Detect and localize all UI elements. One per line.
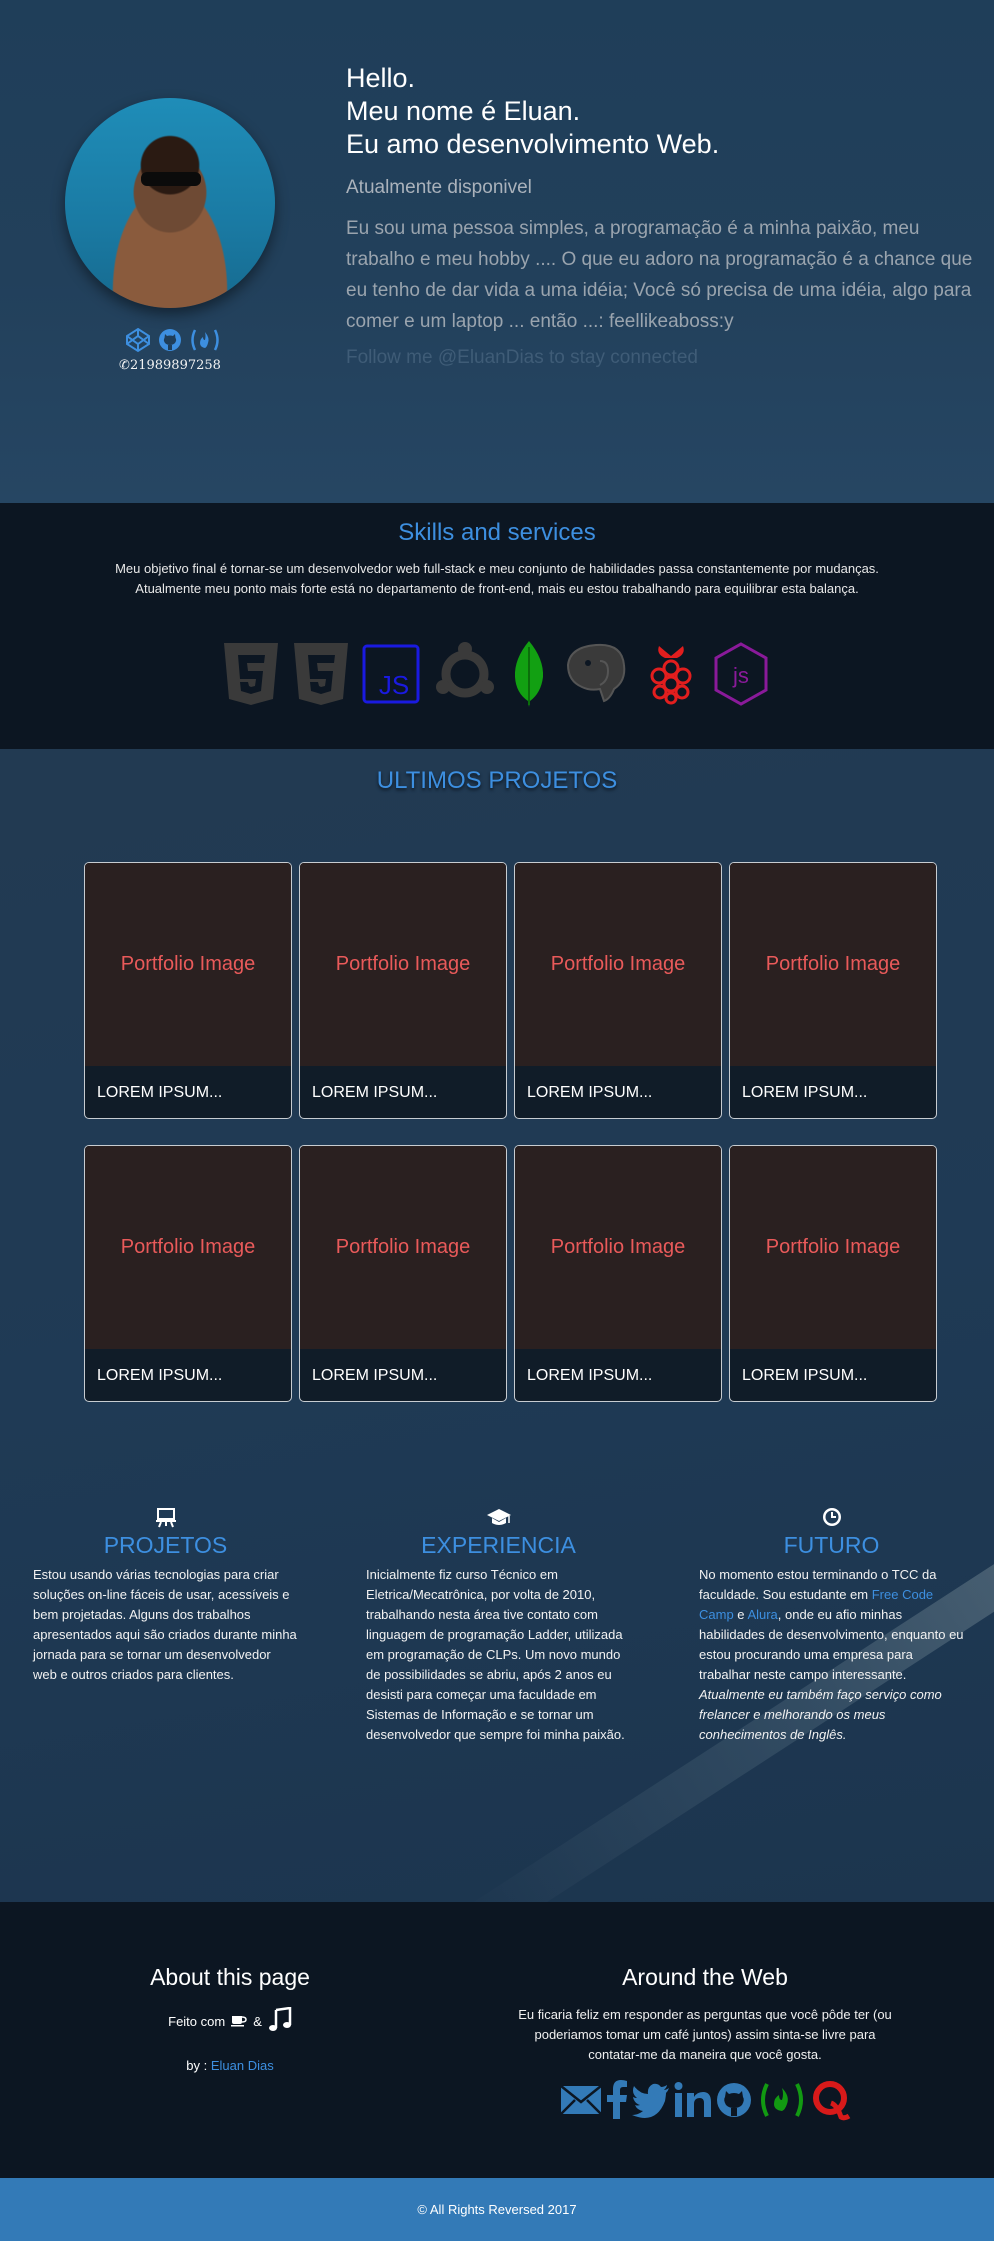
about-page-block: About this page Feito com & by : Eluan D… bbox=[120, 1964, 340, 2073]
author-link[interactable]: Eluan Dias bbox=[211, 2058, 274, 2073]
column-experiencia-title: EXPERIENCIA bbox=[421, 1532, 576, 1558]
portfolio-card[interactable]: Portfolio Image LOREM IPSUM... bbox=[84, 862, 292, 1119]
portfolio-image: Portfolio Image bbox=[300, 863, 506, 1066]
html5-icon bbox=[224, 643, 278, 705]
postgresql-icon bbox=[566, 643, 626, 703]
portfolio-card[interactable]: Portfolio Image LOREM IPSUM... bbox=[729, 1145, 937, 1402]
nodejs-label: js bbox=[732, 663, 749, 688]
github-icon[interactable] bbox=[156, 326, 184, 354]
column-futuro-text: No momento estou terminando o TCC da fac… bbox=[699, 1565, 964, 1745]
facebook-icon[interactable] bbox=[605, 2079, 629, 2121]
made-with: Feito com & bbox=[120, 2006, 340, 2036]
intro-block: Hello. Meu nome é Eluan. Eu amo desenvol… bbox=[346, 62, 976, 369]
author-line: by : Eluan Dias bbox=[120, 2058, 340, 2073]
greeting-line2: Meu nome é Eluan. bbox=[346, 96, 581, 126]
portfolio-card[interactable]: Portfolio Image LOREM IPSUM... bbox=[299, 1145, 507, 1402]
social-links bbox=[515, 2079, 895, 2121]
copyright-bar: © All Rights Reversed 2017 bbox=[0, 2178, 994, 2241]
graduation-cap-icon bbox=[366, 1506, 631, 1532]
futuro-italic-text: Atualmente eu também faço serviço como f… bbox=[699, 1687, 942, 1742]
portfolio-card[interactable]: Portfolio Image LOREM IPSUM... bbox=[299, 862, 507, 1119]
phone-text: 21989897258 bbox=[129, 358, 221, 373]
portfolio-image: Portfolio Image bbox=[730, 863, 936, 1066]
whatsapp-icon: ✆ bbox=[119, 358, 130, 373]
portfolio-card[interactable]: Portfolio Image LOREM IPSUM... bbox=[729, 862, 937, 1119]
column-projetos-title: PROJETOS bbox=[103, 1532, 228, 1558]
freecodecamp-icon[interactable] bbox=[755, 2080, 809, 2120]
around-web-title: Around the Web bbox=[622, 1964, 788, 1990]
javascript-label: JS bbox=[379, 670, 409, 700]
quora-icon[interactable] bbox=[811, 2079, 851, 2121]
css3-icon bbox=[294, 643, 348, 705]
linkedin-icon[interactable] bbox=[673, 2081, 713, 2119]
freecodecamp-icon[interactable] bbox=[188, 326, 219, 354]
column-projetos-text: Estou usando várias tecnologias para cri… bbox=[33, 1567, 297, 1682]
github-icon[interactable] bbox=[715, 2081, 753, 2119]
profile-block: ✆21989897258 bbox=[65, 98, 275, 373]
portfolio-caption: LOREM IPSUM... bbox=[312, 1084, 438, 1101]
portfolio-image: Portfolio Image bbox=[515, 863, 721, 1066]
email-icon[interactable] bbox=[559, 2080, 603, 2120]
column-futuro-title: FUTURO bbox=[783, 1532, 880, 1558]
javascript-icon: JS bbox=[362, 644, 420, 704]
column-projetos: PROJETOS Estou usando várias tecnologias… bbox=[33, 1506, 298, 1685]
greeting-line1: Hello. bbox=[346, 63, 416, 93]
presentation-icon bbox=[33, 1506, 298, 1532]
made-with-text: Feito com bbox=[168, 2014, 226, 2029]
portfolio-grid: Portfolio Image LOREM IPSUM... Portfolio … bbox=[84, 862, 938, 1402]
projects-title: ULTIMOS PROJETOS bbox=[376, 767, 618, 794]
portfolio-card[interactable]: Portfolio Image LOREM IPSUM... bbox=[514, 1145, 722, 1402]
twitter-icon[interactable] bbox=[631, 2081, 671, 2119]
skills-description: Meu objetivo final é tornar-se um desenv… bbox=[115, 561, 879, 596]
greeting: Hello. Meu nome é Eluan. Eu amo desenvol… bbox=[346, 62, 976, 161]
about-page-title: About this page bbox=[150, 1964, 310, 1990]
hero-section: ✆21989897258 Hello. Meu nome é Eluan. Eu… bbox=[0, 0, 994, 503]
portfolio-image: Portfolio Image bbox=[85, 863, 291, 1066]
alura-link[interactable]: Alura bbox=[747, 1607, 777, 1622]
futuro-text-2: e bbox=[733, 1607, 748, 1622]
portfolio-image: Portfolio Image bbox=[730, 1146, 936, 1349]
portfolio-card[interactable]: Portfolio Image LOREM IPSUM... bbox=[84, 1145, 292, 1402]
greeting-line3: Eu amo desenvolvimento Web. bbox=[346, 129, 720, 159]
phone-number[interactable]: ✆21989897258 bbox=[65, 358, 275, 373]
portfolio-caption: LOREM IPSUM... bbox=[527, 1084, 653, 1101]
follow-link[interactable]: Follow me @EluanDias to stay connected bbox=[346, 347, 976, 369]
around-web-block: Around the Web Eu ficaria feliz em respo… bbox=[515, 1964, 895, 2121]
bio-text: Eu sou uma pessoa simples, a programação… bbox=[346, 218, 973, 332]
mongodb-icon bbox=[514, 641, 544, 707]
footer-section: About this page Feito com & by : Eluan D… bbox=[0, 1902, 994, 2178]
ubuntu-icon bbox=[436, 642, 494, 698]
tech-icons: JS js bbox=[0, 639, 994, 709]
avatar-sunglasses bbox=[141, 172, 201, 186]
raspberry-pi-icon bbox=[650, 646, 692, 705]
by-label: by : bbox=[186, 2058, 208, 2073]
avatar bbox=[65, 98, 275, 308]
nodejs-icon: js bbox=[714, 642, 768, 706]
coffee-icon bbox=[231, 2013, 247, 2030]
around-web-text: Eu ficaria feliz em responder as pergunt… bbox=[518, 2007, 892, 2062]
and-text: & bbox=[253, 2014, 262, 2029]
copyright-text: © All Rights Reversed 2017 bbox=[417, 2202, 577, 2217]
column-experiencia-text: Inicialmente fiz curso Técnico em Eletri… bbox=[366, 1567, 625, 1742]
music-icon bbox=[268, 2006, 292, 2036]
portfolio-image: Portfolio Image bbox=[515, 1146, 721, 1349]
skills-section: Skills and services Meu objetivo final é… bbox=[0, 503, 994, 749]
projects-section: ULTIMOS PROJETOS Portfolio Image LOREM IP… bbox=[0, 749, 994, 1902]
codepen-icon[interactable] bbox=[124, 326, 152, 354]
portfolio-caption: LOREM IPSUM... bbox=[312, 1367, 438, 1384]
skills-title: Skills and services bbox=[398, 519, 596, 546]
column-experiencia: EXPERIENCIA Inicialmente fiz curso Técni… bbox=[366, 1506, 631, 1745]
portfolio-caption: LOREM IPSUM... bbox=[97, 1084, 223, 1101]
clock-icon bbox=[699, 1506, 964, 1532]
portfolio-caption: LOREM IPSUM... bbox=[527, 1367, 653, 1384]
column-futuro: FUTURO No momento estou terminando o TCC… bbox=[699, 1506, 964, 1745]
portfolio-caption: LOREM IPSUM... bbox=[97, 1367, 223, 1384]
portfolio-caption: LOREM IPSUM... bbox=[742, 1367, 868, 1384]
portfolio-image: Portfolio Image bbox=[300, 1146, 506, 1349]
profile-links bbox=[65, 326, 275, 354]
portfolio-image: Portfolio Image bbox=[85, 1146, 291, 1349]
portfolio-caption: LOREM IPSUM... bbox=[742, 1084, 868, 1101]
portfolio-card[interactable]: Portfolio Image LOREM IPSUM... bbox=[514, 862, 722, 1119]
availability-status: Atualmente disponivel bbox=[346, 177, 532, 198]
